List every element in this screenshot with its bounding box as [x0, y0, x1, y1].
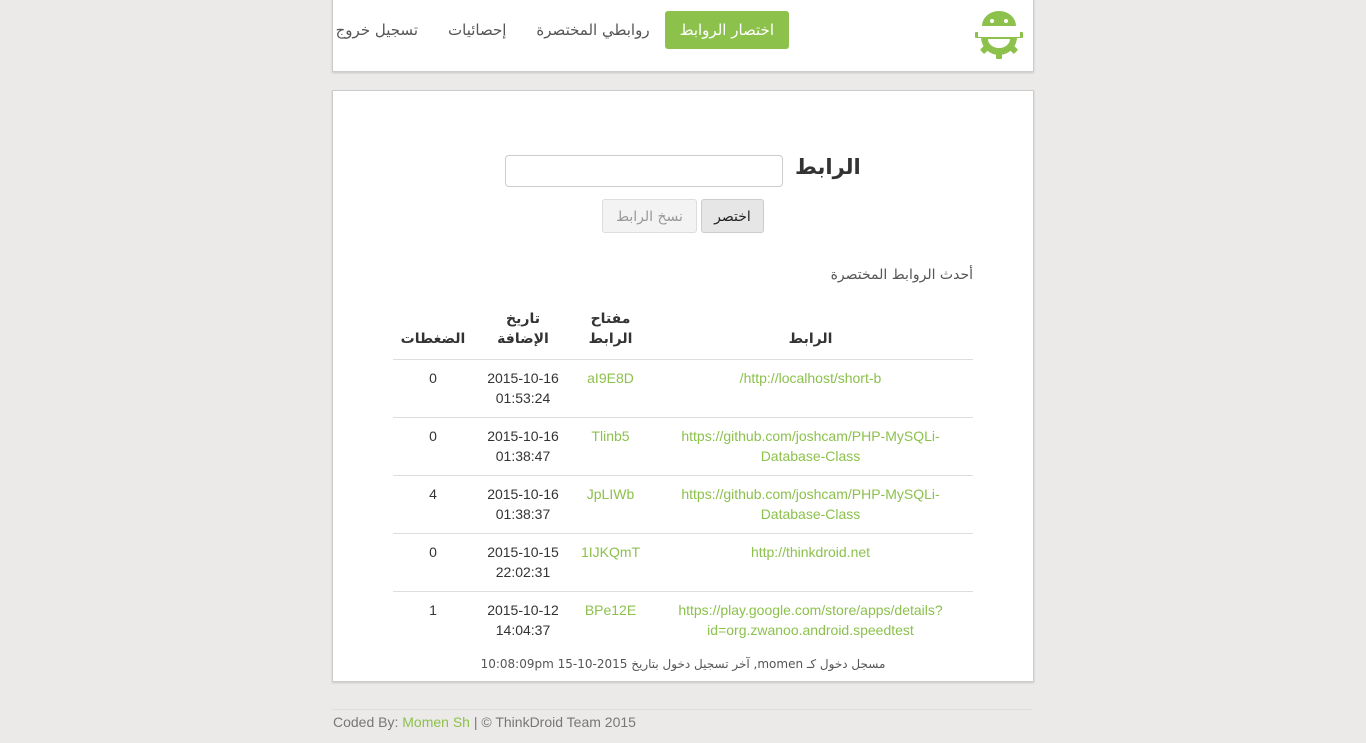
short-link-url[interactable]: https://play.google.com/store/apps/detai…: [678, 602, 942, 638]
footer-divider: [332, 709, 1032, 710]
recent-links-title: أحدث الروابط المختصرة: [830, 267, 973, 283]
main-card: الرابط اختصر نسخ الرابط أحدث الروابط الم…: [332, 90, 1034, 682]
header-date: تاريخ الإضافة: [473, 299, 573, 360]
link-clicks: 4: [429, 486, 437, 502]
header-clicks: الضغطات: [393, 299, 473, 360]
link-time: 01:53:24: [495, 390, 551, 406]
short-link-url[interactable]: http://localhost/short-b/: [740, 370, 882, 386]
link-time: 01:38:47: [495, 448, 551, 464]
short-link-key[interactable]: BPe12E: [585, 602, 636, 618]
footer-author-link[interactable]: Momen Sh: [402, 714, 470, 730]
footer-copyright: | © ThinkDroid Team 2015: [473, 714, 636, 730]
short-link-key[interactable]: JpLIWb: [587, 486, 634, 502]
top-navbar: اختصار الروابط روابطي المختصرة إحصائيات …: [332, 0, 1034, 72]
header-url: الرابط: [648, 299, 973, 360]
header-key: مفتاح الرابط: [573, 299, 648, 360]
table-row: https://github.com/joshcam/PHP-MySQLi-Da…: [393, 417, 973, 476]
nav-menu: اختصار الروابط روابطي المختصرة إحصائيات …: [321, 11, 789, 49]
footer: Coded By: Momen Sh | © ThinkDroid Team 2…: [333, 714, 636, 730]
nav-item-logout[interactable]: تسجيل خروج: [321, 11, 433, 49]
table-row: http://thinkdroid.net 1IJKQmT 2015-10-15…: [393, 533, 973, 592]
table-row: https://play.google.com/store/apps/detai…: [393, 592, 973, 650]
recent-links-table: الرابط مفتاح الرابط تاريخ الإضافة الضغطا…: [393, 299, 973, 649]
link-date: 2015-10-12: [487, 602, 559, 618]
link-date: 2015-10-15: [487, 544, 559, 560]
link-date: 2015-10-16: [487, 370, 559, 386]
link-time: 01:38:37: [495, 506, 551, 522]
nav-item-shorten-links[interactable]: اختصار الروابط: [664, 11, 789, 49]
link-date: 2015-10-16: [487, 428, 559, 444]
footer-coded-by: Coded By:: [333, 714, 399, 730]
link-clicks: 1: [429, 602, 437, 618]
link-time: 22:02:31: [495, 564, 551, 580]
table-row: https://github.com/joshcam/PHP-MySQLi-Da…: [393, 475, 973, 534]
short-link-key[interactable]: Tlinb5: [591, 428, 629, 444]
login-status-text: مسجل دخول كـ momen, آخر تسجيل دخول بتاري…: [480, 657, 886, 671]
table-row: http://localhost/short-b/ aI9E8D 2015-10…: [393, 359, 973, 418]
short-link-url[interactable]: https://github.com/joshcam/PHP-MySQLi-Da…: [681, 486, 939, 522]
url-label: الرابط: [795, 155, 861, 179]
short-link-key[interactable]: 1IJKQmT: [581, 544, 640, 560]
table-header-row: الرابط مفتاح الرابط تاريخ الإضافة الضغطا…: [393, 299, 973, 360]
link-clicks: 0: [429, 428, 437, 444]
link-time: 14:04:37: [495, 622, 551, 638]
short-link-key[interactable]: aI9E8D: [587, 370, 634, 386]
android-gear-logo-icon[interactable]: [973, 9, 1025, 61]
short-link-url[interactable]: http://thinkdroid.net: [751, 544, 870, 560]
nav-item-statistics[interactable]: إحصائيات: [433, 11, 521, 49]
shorten-button[interactable]: اختصر: [701, 199, 764, 233]
short-link-url[interactable]: https://github.com/joshcam/PHP-MySQLi-Da…: [681, 428, 939, 464]
nav-item-my-links[interactable]: روابطي المختصرة: [521, 11, 664, 49]
copy-link-button[interactable]: نسخ الرابط: [602, 199, 697, 233]
link-clicks: 0: [429, 370, 437, 386]
link-date: 2015-10-16: [487, 486, 559, 502]
url-input[interactable]: [505, 155, 783, 187]
link-clicks: 0: [429, 544, 437, 560]
